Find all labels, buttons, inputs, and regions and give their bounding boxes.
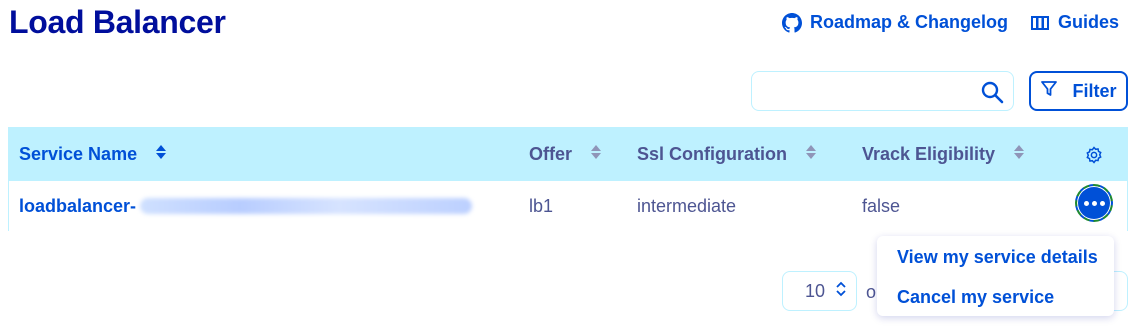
page-size-value: 10 [805, 280, 826, 301]
redacted-service-id [140, 198, 473, 214]
column-label: Vrack Eligibility [862, 144, 996, 164]
filter-label: Filter [1072, 80, 1117, 101]
column-header-service-name[interactable]: Service Name [19, 128, 167, 181]
column-label: Offer [529, 144, 573, 164]
column-header-ssl-configuration[interactable]: Ssl Configuration [637, 128, 817, 181]
pagination-of-text: o [866, 282, 877, 302]
search-icon[interactable] [980, 80, 1004, 109]
sort-icon[interactable] [155, 144, 167, 165]
sort-icon[interactable] [590, 144, 602, 165]
sort-icon[interactable] [1013, 144, 1025, 165]
column-label: Service Name [19, 144, 138, 164]
service-name-text: loadbalancer- [19, 195, 137, 216]
table-row: loadbalancer- lb1 intermediate false [9, 181, 1127, 231]
page-size-select[interactable]: 10 [782, 271, 857, 311]
vrack-eligibility-cell: false [862, 195, 901, 216]
table-header: Service Name Offer Ssl Configuration Vra… [9, 128, 1127, 181]
roadmap-changelog-link[interactable]: Roadmap & Changelog [781, 12, 1008, 33]
header-links: Roadmap & Changelog Guides [781, 12, 1119, 33]
roadmap-changelog-label: Roadmap & Changelog [809, 12, 1008, 32]
cancel-service-item[interactable]: Cancel my service [897, 287, 1054, 308]
services-table: Service Name Offer Ssl Configuration Vra… [8, 127, 1128, 231]
column-header-offer[interactable]: Offer [529, 128, 602, 181]
ssl-configuration-cell: intermediate [637, 195, 737, 216]
github-icon [781, 12, 802, 33]
filter-icon [1040, 80, 1058, 103]
column-header-vrack-eligibility[interactable]: Vrack Eligibility [862, 128, 1025, 181]
filter-button[interactable]: Filter [1029, 71, 1128, 111]
search-field[interactable] [751, 71, 1014, 111]
chevron-updown-icon [835, 281, 847, 302]
book-icon [1030, 14, 1050, 32]
page-title: Load Balancer [9, 4, 226, 40]
more-icon [1083, 200, 1089, 206]
guides-link[interactable]: Guides [1030, 12, 1119, 33]
row-actions-menu: View my service details Cancel my servic… [877, 236, 1114, 316]
gear-icon[interactable] [1085, 128, 1103, 181]
service-name-link[interactable]: loadbalancer- [19, 181, 473, 231]
view-service-details-item[interactable]: View my service details [897, 247, 1098, 268]
sort-icon[interactable] [805, 144, 817, 165]
column-label: Ssl Configuration [637, 144, 787, 164]
offer-cell: lb1 [529, 195, 554, 216]
search-input[interactable] [752, 72, 972, 110]
more-icon-dot [1099, 200, 1105, 206]
more-icon-dot [1091, 200, 1097, 206]
guides-label: Guides [1057, 12, 1119, 32]
row-actions-button[interactable] [1075, 184, 1113, 222]
